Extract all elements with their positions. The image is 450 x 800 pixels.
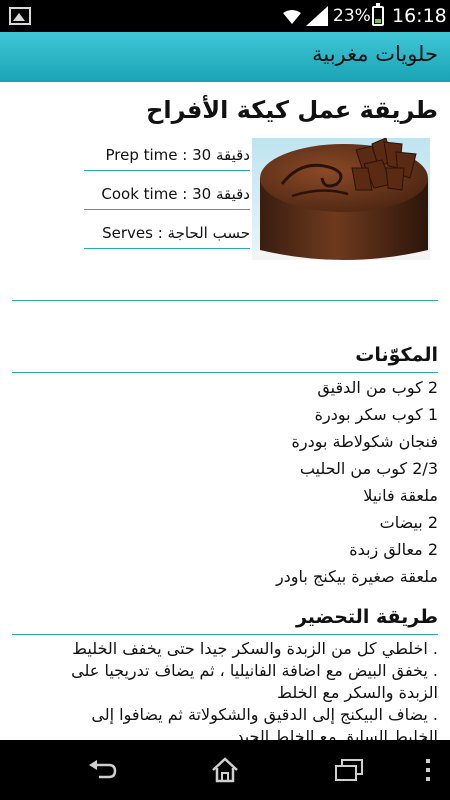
menu-button[interactable] (418, 752, 438, 788)
preparation-line: . يضاف البيكنج إلى الدقيق والشكولاتة ثم … (91, 705, 438, 724)
ingredient-item: 1 كوب سكر بودرة (314, 405, 438, 424)
overflow-menu-icon (426, 759, 430, 781)
section-divider (12, 300, 438, 301)
recipe-content[interactable]: طريقة عمل كيكة الأفراح Prep time : 30 دق… (0, 82, 450, 740)
back-button[interactable] (80, 752, 124, 788)
ingredient-item: فنجان شكولاطة بودرة (291, 432, 439, 451)
ingredient-item: ملعقة صغيرة بيكنج باودر (275, 567, 438, 586)
preparation-line: . يخفق البيض مع اضافة الفانيليا ، ثم يضا… (71, 661, 438, 680)
ingredient-item: 2 بيضات (379, 513, 438, 532)
clock: 16:18 (392, 5, 447, 27)
serves-row: Serves : حسب الحاجة (84, 218, 250, 249)
back-icon (89, 760, 117, 779)
app-title: حلويات مغربية (312, 42, 438, 66)
serves: Serves : حسب الحاجة (102, 224, 250, 242)
recipe-title: طريقة عمل كيكة الأفراح (146, 96, 438, 124)
ingredients-divider (12, 372, 438, 373)
preparation-divider (12, 634, 438, 635)
ingredients-heading: المكوّنات (355, 344, 438, 366)
app-bar: حلويات مغربية (0, 32, 450, 82)
preparation-line: الزبدة والسكر مع الخلط (277, 683, 438, 702)
home-icon (212, 757, 238, 783)
navigation-bar (0, 740, 450, 800)
ingredient-item: 2 معالق زبدة (349, 540, 438, 559)
ingredient-item: 2/3 كوب من الحليب (299, 459, 438, 478)
recent-apps-button[interactable] (327, 752, 371, 788)
recent-apps-icon (335, 759, 363, 781)
prep-time: Prep time : 30 دقيقة (105, 146, 251, 164)
ingredient-item: 2 كوب من الدقيق (317, 378, 438, 397)
gallery-notification-icon (9, 7, 31, 25)
cake-image (252, 138, 430, 260)
wifi-icon (283, 10, 301, 24)
ingredient-item: ملعقة فانيلا (363, 486, 438, 505)
cook-time-row: Cook time : 30 دقيقة (84, 179, 250, 210)
status-bar: 23% 16:18 (0, 0, 450, 32)
home-button[interactable] (203, 752, 247, 788)
cook-time: Cook time : 30 دقيقة (101, 185, 250, 203)
preparation-line: . اخلطي كل من الزبدة والسكر جيدا حتى يخف… (72, 639, 438, 658)
signal-icon (306, 6, 328, 26)
prep-time-row: Prep time : 30 دقيقة (84, 140, 250, 171)
preparation-line: الخليط السابق مع الخلط الجيد (236, 727, 438, 740)
battery-icon (372, 3, 384, 26)
battery-percent: 23% (333, 6, 371, 26)
preparation-heading: طريقة التحضير (295, 606, 438, 628)
